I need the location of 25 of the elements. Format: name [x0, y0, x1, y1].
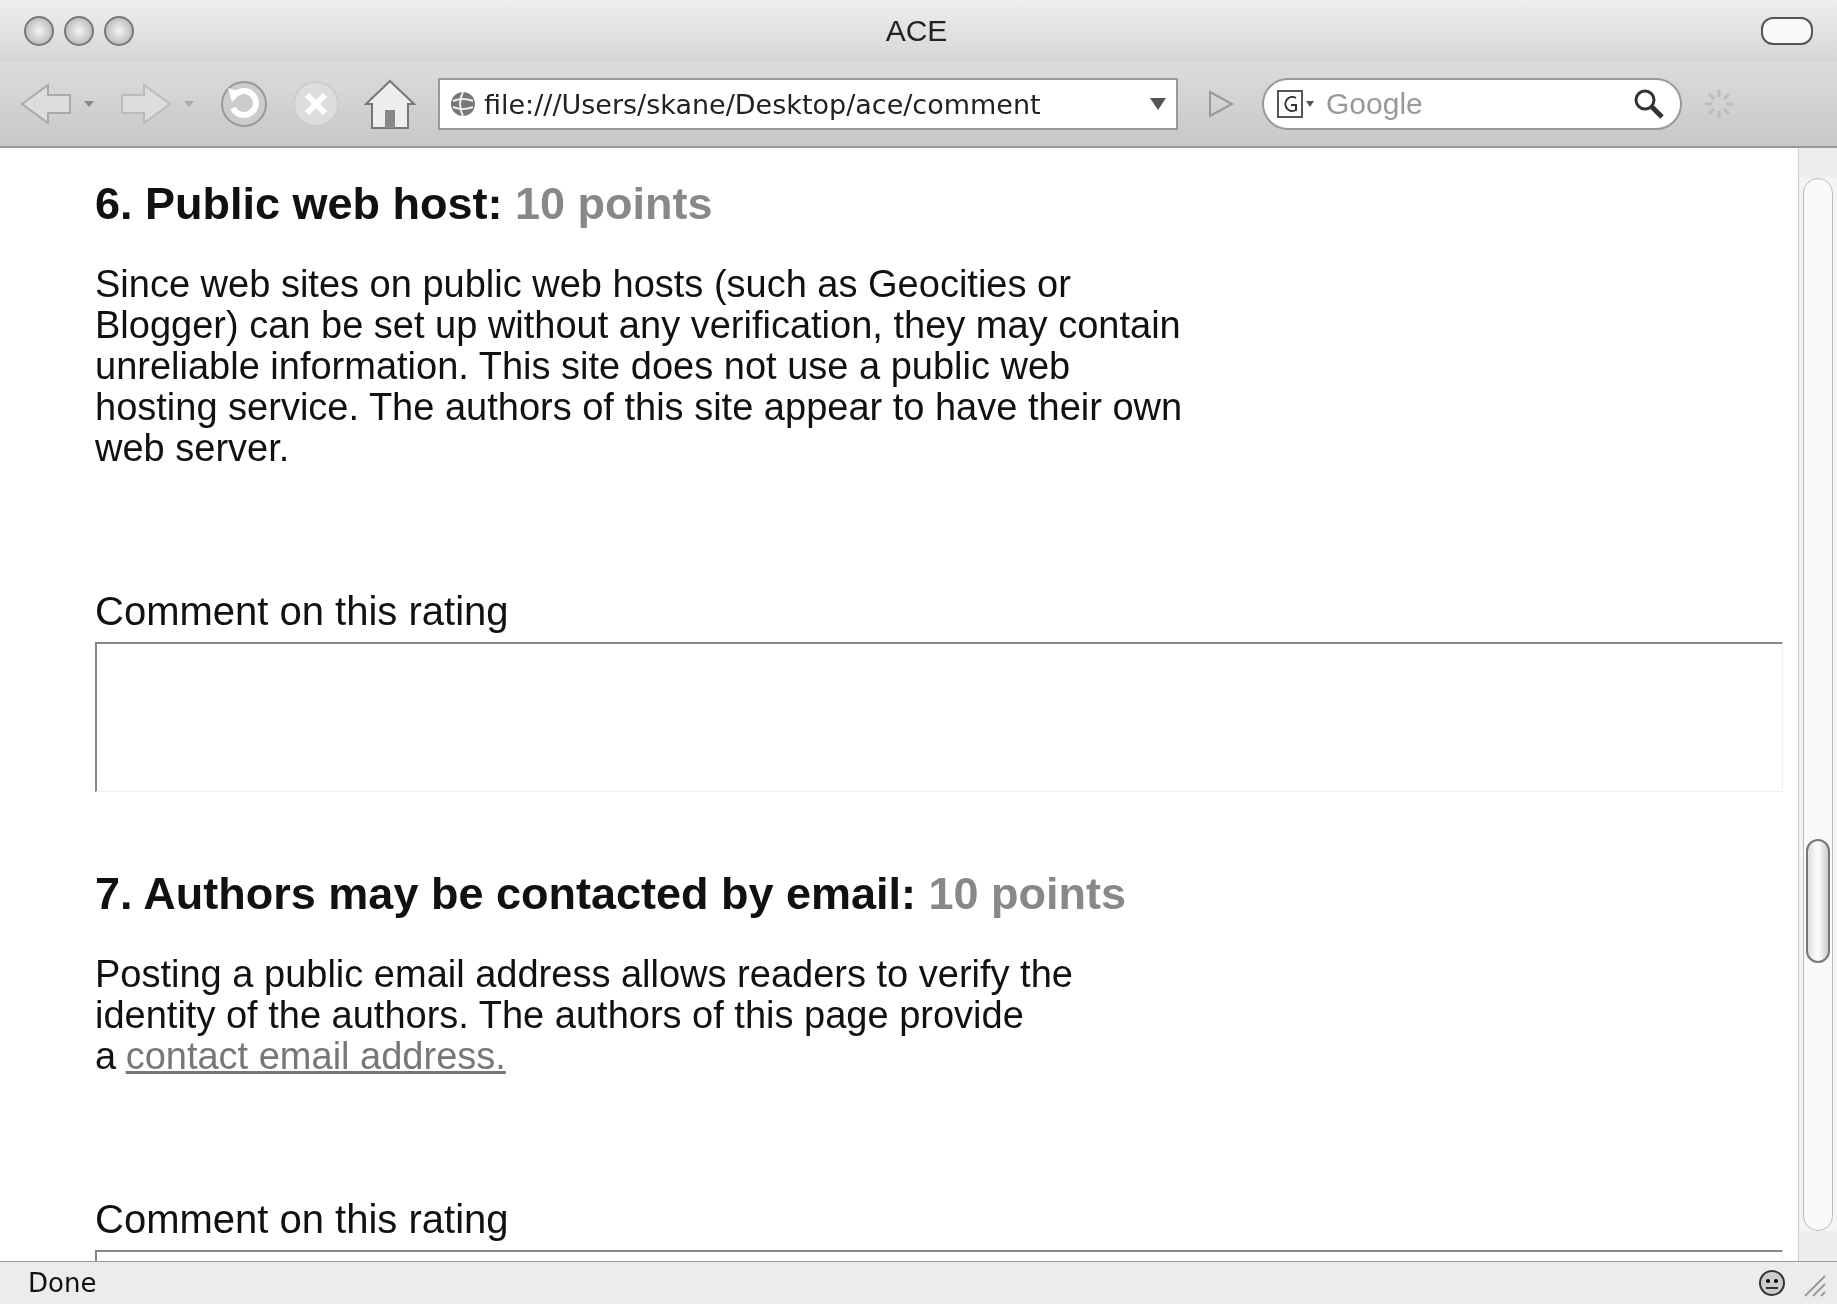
window-title: ACE [885, 14, 948, 48]
paragraph: Posting a public email address allows readers to verify the identity of the authors. The authors of this page provide a contact email address. [95, 954, 1074, 1077]
minimize-button[interactable] [64, 16, 94, 46]
close-button[interactable] [24, 16, 54, 46]
vertical-scrollbar[interactable] [1798, 148, 1837, 1261]
search-field[interactable]: Google [1262, 78, 1682, 130]
comment-label: Comment on this rating [95, 1197, 510, 1242]
globe-icon [448, 89, 478, 119]
loading-spinner-icon [1702, 87, 1736, 121]
search-icon[interactable] [1632, 87, 1666, 121]
monkey-face-icon [1757, 1268, 1787, 1298]
search-engine-icon[interactable] [1276, 89, 1316, 119]
status-text: Done [28, 1268, 98, 1298]
comment-label: Comment on this rating [95, 589, 510, 634]
dropdown-caret-icon[interactable] [1148, 96, 1168, 112]
toolbar-toggle-button[interactable] [1761, 17, 1813, 45]
address-field[interactable]: file:///Users/skane/Desktop/ace/comment [438, 78, 1178, 130]
section-heading: 7. Authors may be contacted by email: 10 points [95, 868, 1128, 920]
zoom-button[interactable] [104, 16, 134, 46]
scrollbar-thumb[interactable] [1806, 839, 1830, 963]
paragraph: Since web sites on public web hosts (such as Geocities or Blogger) can be set up without any verification, they may contain unreliable information. This site does not use a public web hosting service. The authors of this site appear to have their own web server. [95, 264, 1184, 469]
reload-icon[interactable] [218, 78, 270, 130]
email-link[interactable]: contact email address. [125, 1035, 506, 1077]
section-heading: 6. Public web host: 10 points [95, 178, 714, 230]
comment-field[interactable] [95, 642, 1783, 792]
